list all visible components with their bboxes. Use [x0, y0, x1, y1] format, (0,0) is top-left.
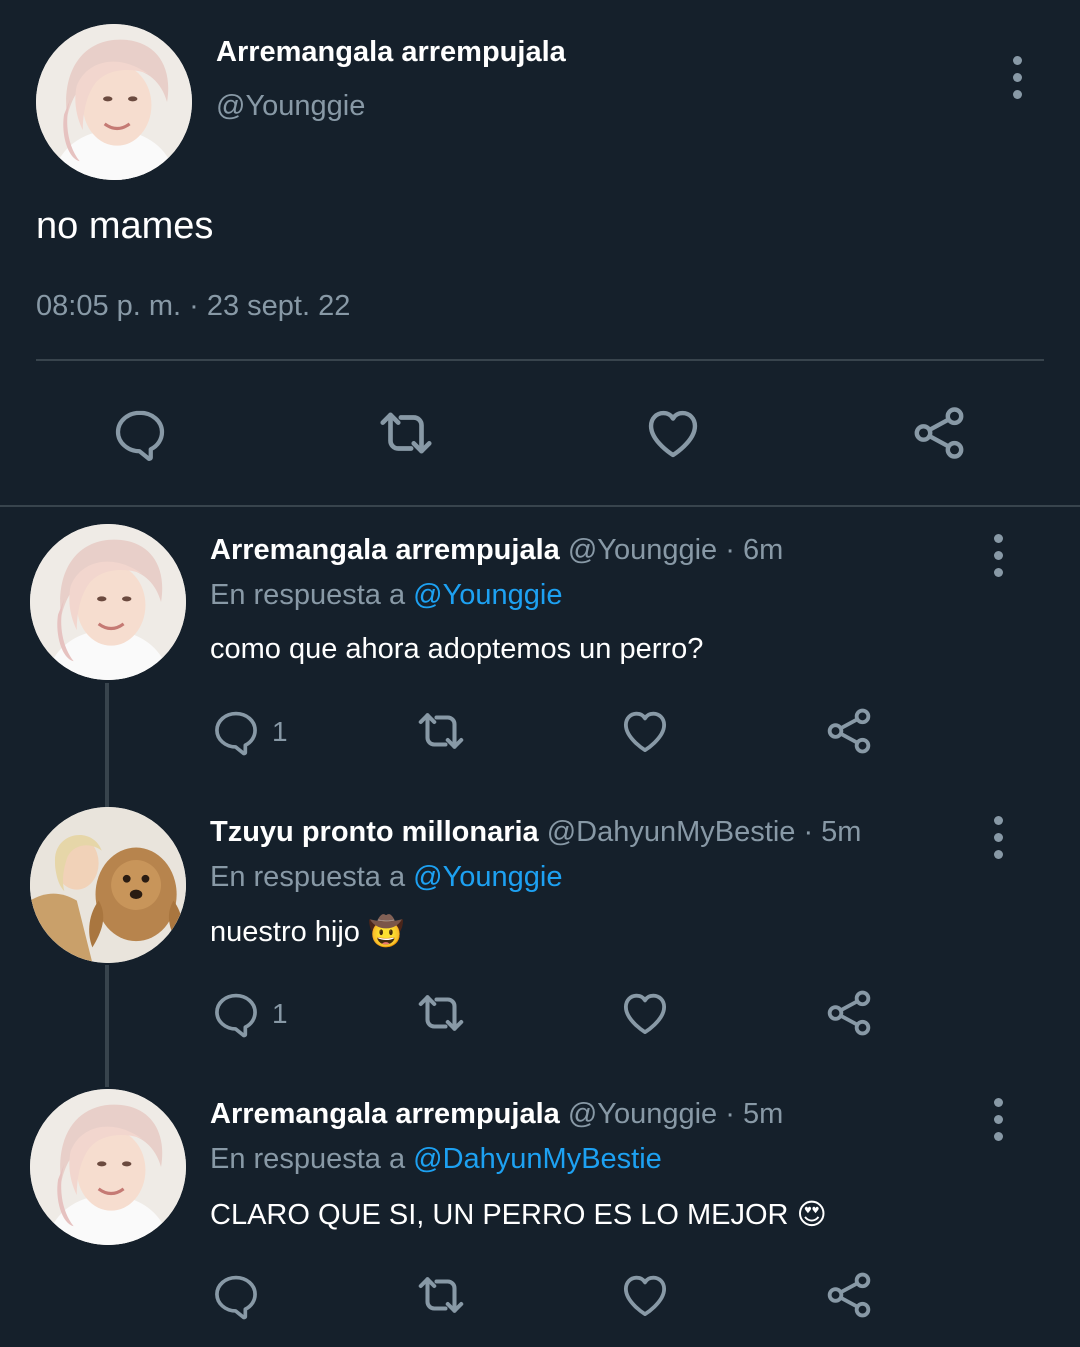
- retweet-icon: [412, 986, 470, 1040]
- retweet-button[interactable]: [372, 402, 440, 464]
- like-icon: [618, 986, 672, 1040]
- reply-handle-time[interactable]: @DahyunMyBestie · 5m: [547, 816, 862, 848]
- divider: [36, 359, 1044, 361]
- share-button[interactable]: [822, 986, 876, 1040]
- reply-prefix: En respuesta a: [210, 1143, 406, 1175]
- main-display-name[interactable]: Arremangala arrempujala: [216, 36, 566, 69]
- avatar[interactable]: [36, 24, 192, 180]
- reply-header: Tzuyu pronto millonaria @DahyunMyBestie …: [210, 816, 861, 849]
- reply-to-link[interactable]: @Younggie: [413, 579, 562, 611]
- reply-header: Arremangala arrempujala @Younggie · 5m: [210, 1098, 783, 1131]
- reply-button[interactable]: [210, 1270, 272, 1322]
- retweet-icon: [412, 704, 470, 758]
- retweet-button[interactable]: [412, 1268, 470, 1322]
- reply-count: 1: [272, 998, 288, 1029]
- reply-prefix: En respuesta a: [210, 861, 406, 893]
- share-button[interactable]: [822, 1268, 876, 1322]
- reply-header: Arremangala arrempujala @Younggie · 6m: [210, 534, 783, 567]
- share-button[interactable]: [908, 402, 970, 464]
- tweet-text: no mames: [36, 205, 214, 247]
- more-options-icon[interactable]: [1007, 56, 1027, 107]
- retweet-button[interactable]: [412, 986, 470, 1040]
- like-button[interactable]: [618, 986, 672, 1040]
- like-icon: [618, 704, 672, 758]
- share-button[interactable]: [822, 704, 876, 758]
- avatar-image: [30, 807, 186, 963]
- reply-display-name[interactable]: Arremangala arrempujala: [210, 534, 560, 566]
- reply-button[interactable]: 1: [210, 988, 288, 1040]
- reply-button[interactable]: [110, 404, 170, 464]
- reply-display-name[interactable]: Arremangala arrempujala: [210, 1098, 560, 1130]
- heart-eyes-emoji: 😍: [796, 1199, 827, 1231]
- avatar[interactable]: [30, 524, 186, 680]
- reply-prefix: En respuesta a: [210, 579, 406, 611]
- like-icon: [618, 1268, 672, 1322]
- reply-text: nuestro hijo: [210, 916, 360, 948]
- more-options-icon[interactable]: [988, 534, 1008, 585]
- reply-text: como que ahora adoptemos un perro?: [210, 633, 704, 665]
- reply-to-link[interactable]: @DahyunMyBestie: [413, 1143, 662, 1175]
- main-handle[interactable]: @Younggie: [216, 90, 365, 123]
- reply-handle-time[interactable]: @Younggie · 5m: [568, 1098, 783, 1130]
- thread-line: [105, 683, 109, 807]
- reply-button[interactable]: 1: [210, 706, 288, 758]
- thread-line: [105, 965, 109, 1087]
- tweet-timestamp[interactable]: 08:05 p. m. · 23 sept. 22: [36, 290, 350, 323]
- reply-icon: [210, 988, 262, 1040]
- share-icon: [822, 986, 876, 1040]
- reply-to-link[interactable]: @Younggie: [413, 861, 562, 893]
- reply-context: En respuesta a @DahyunMyBestie: [210, 1143, 662, 1176]
- cowboy-emoji: 🤠: [368, 916, 405, 948]
- like-button[interactable]: [642, 402, 704, 464]
- avatar[interactable]: [30, 807, 186, 963]
- share-icon: [822, 1268, 876, 1322]
- section-divider: [0, 505, 1080, 507]
- avatar-image: [30, 524, 186, 680]
- reply-icon: [210, 1270, 262, 1322]
- reply-context: En respuesta a @Younggie: [210, 579, 562, 612]
- more-options-icon[interactable]: [988, 816, 1008, 867]
- reply-text-line: nuestro hijo 🤠: [210, 915, 404, 949]
- like-icon: [642, 402, 704, 464]
- reply-icon: [110, 404, 170, 464]
- avatar-image: [30, 1089, 186, 1245]
- more-options-icon[interactable]: [988, 1098, 1008, 1149]
- reply-handle-time[interactable]: @Younggie · 6m: [568, 534, 783, 566]
- avatar[interactable]: [30, 1089, 186, 1245]
- like-button[interactable]: [618, 704, 672, 758]
- retweet-icon: [372, 402, 440, 464]
- reply-count: 1: [272, 716, 288, 747]
- avatar-image: [36, 24, 192, 180]
- like-button[interactable]: [618, 1268, 672, 1322]
- retweet-button[interactable]: [412, 704, 470, 758]
- share-icon: [822, 704, 876, 758]
- reply-context: En respuesta a @Younggie: [210, 861, 562, 894]
- reply-text: CLARO QUE SI, UN PERRO ES LO MEJOR: [210, 1199, 789, 1231]
- reply-display-name[interactable]: Tzuyu pronto millonaria: [210, 816, 539, 848]
- reply-text-line: CLARO QUE SI, UN PERRO ES LO MEJOR 😍: [210, 1197, 827, 1232]
- reply-icon: [210, 706, 262, 758]
- retweet-icon: [412, 1268, 470, 1322]
- share-icon: [908, 402, 970, 464]
